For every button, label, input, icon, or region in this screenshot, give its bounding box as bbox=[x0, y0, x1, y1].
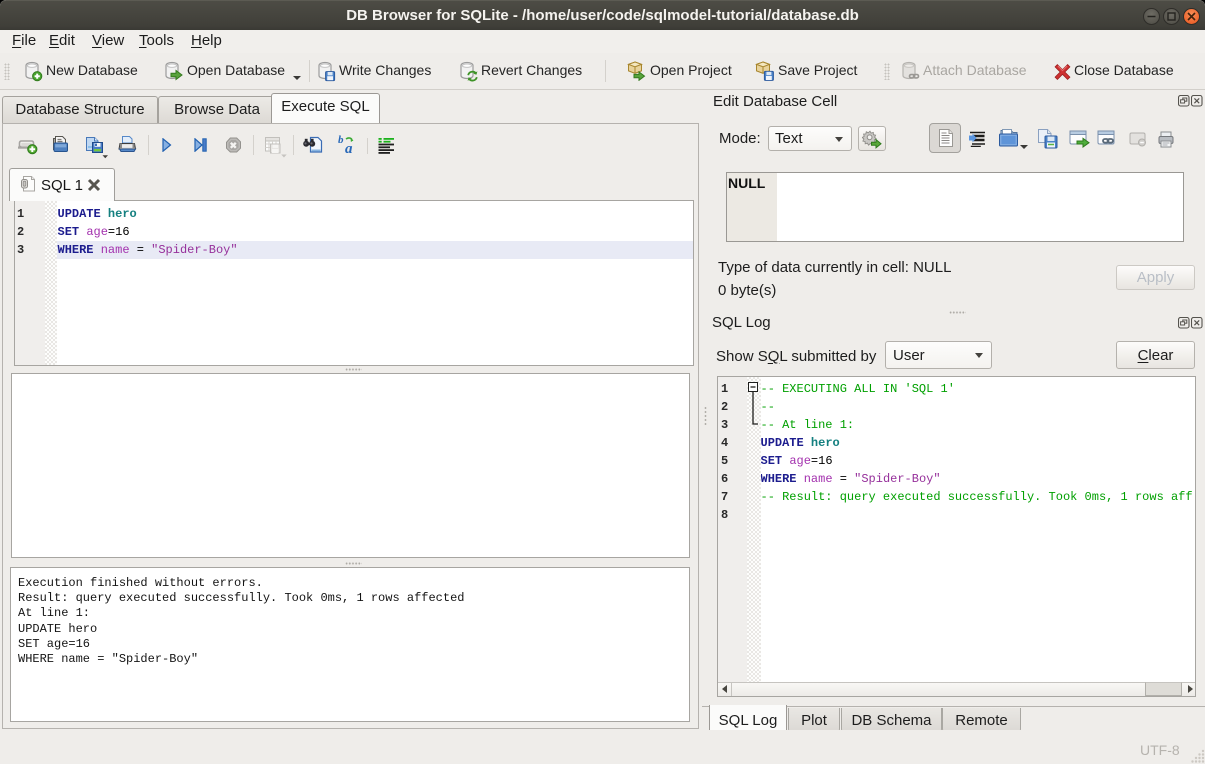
svg-text:b: b bbox=[338, 134, 344, 146]
svg-text:a: a bbox=[345, 141, 353, 156]
